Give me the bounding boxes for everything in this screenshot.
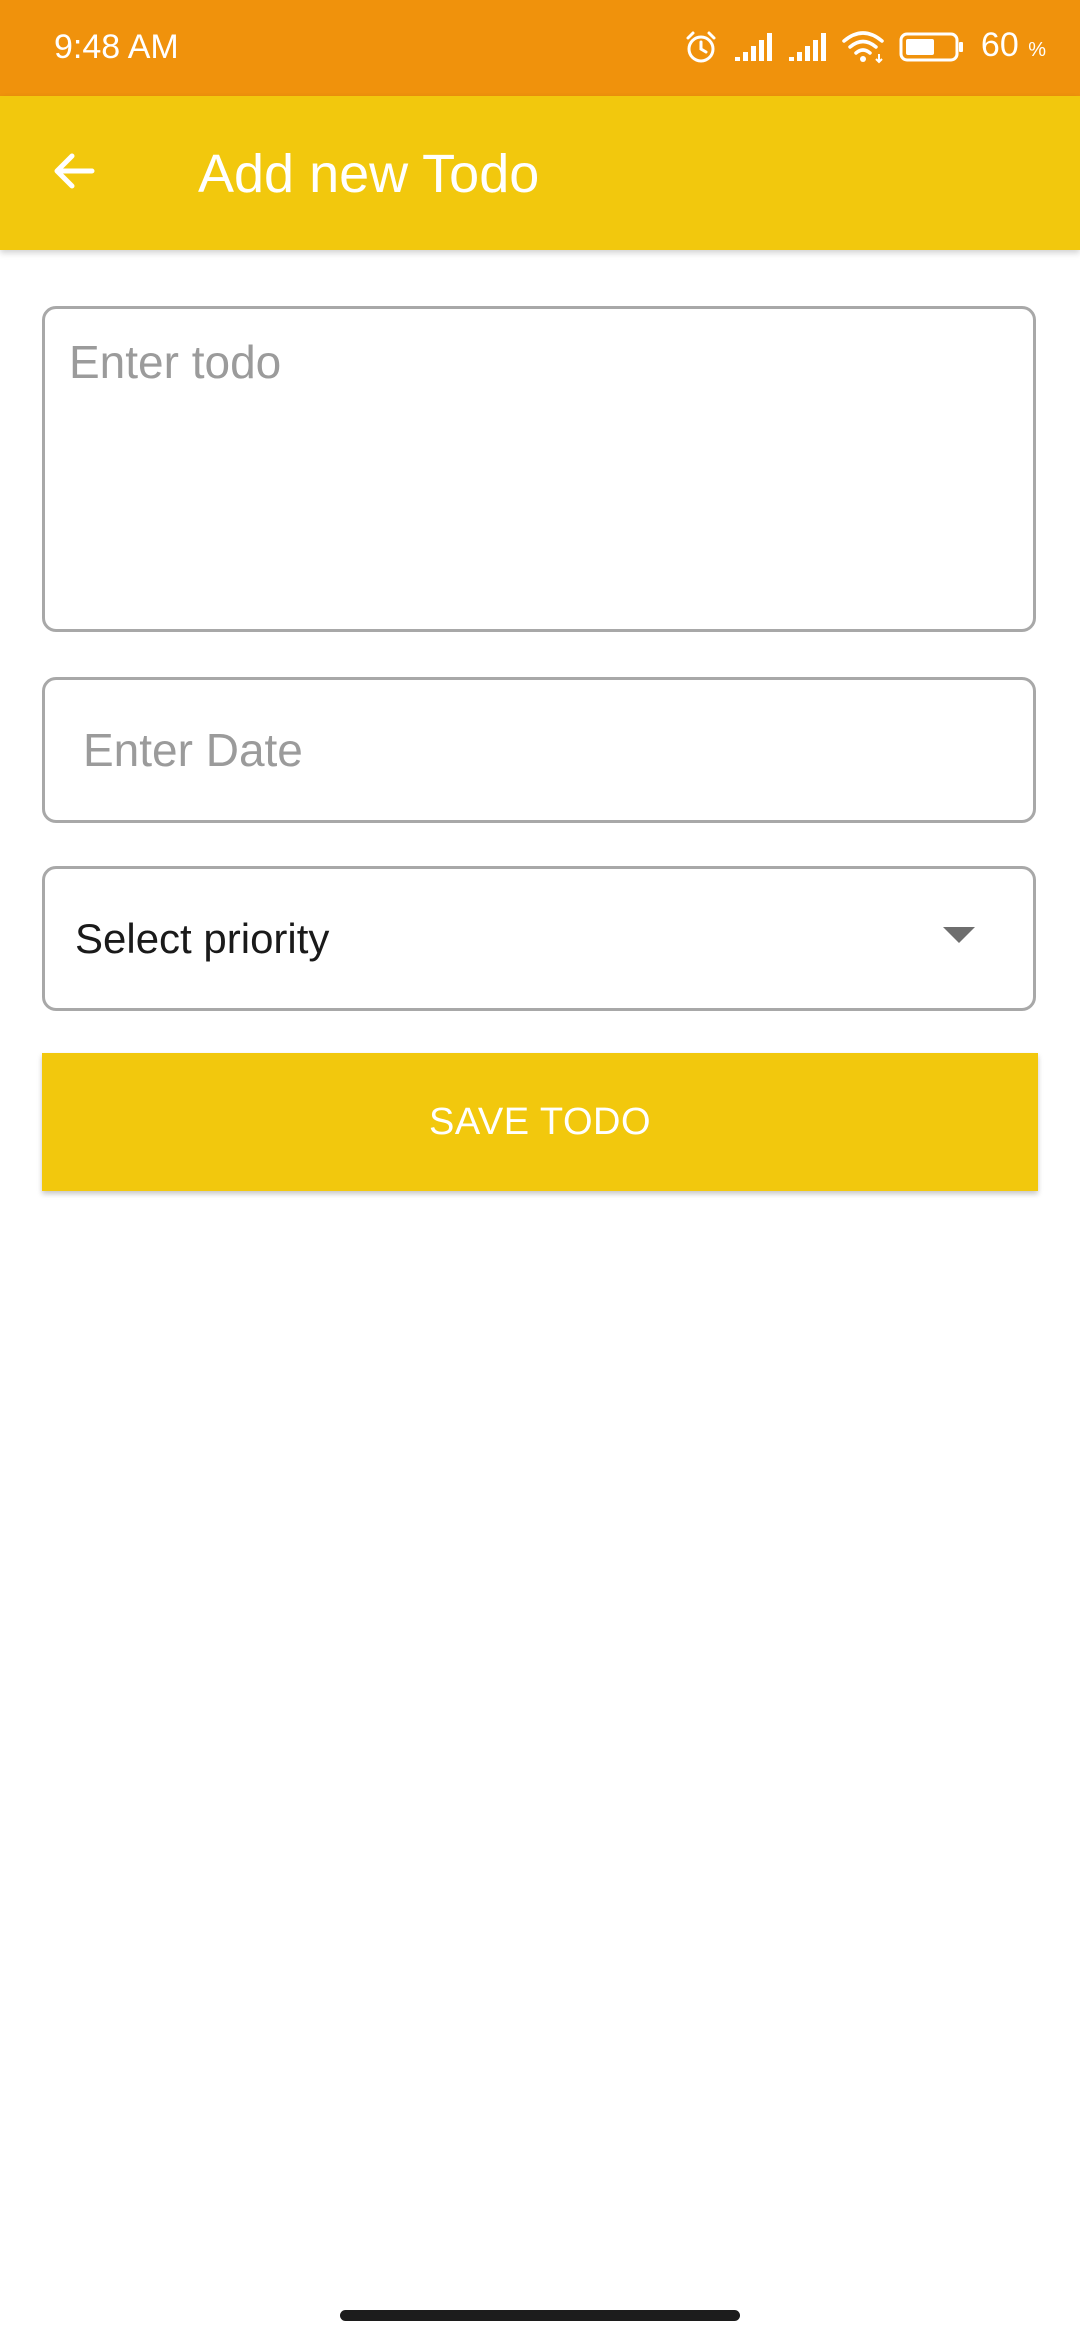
alarm-icon — [683, 29, 719, 65]
signal-icon — [733, 31, 773, 63]
home-indicator[interactable] — [340, 2310, 740, 2321]
battery-unit: % — [1028, 38, 1046, 61]
todo-input[interactable] — [42, 306, 1036, 632]
page-title: Add new Todo — [198, 144, 540, 204]
status-icons: 60 % — [683, 22, 1046, 72]
priority-dropdown[interactable]: Select priority — [42, 866, 1036, 1011]
signal-icon — [787, 31, 827, 63]
battery-percentage: 60 % — [981, 22, 1046, 73]
status-time: 9:48 AM — [54, 28, 179, 66]
status-bar: 9:48 AM 60 % — [0, 0, 1080, 96]
battery-value: 60 — [980, 25, 1019, 64]
app-bar: Add new Todo — [0, 96, 1080, 250]
battery-icon — [899, 31, 965, 63]
save-todo-button[interactable]: SAVE TODO — [42, 1053, 1038, 1191]
date-input[interactable] — [42, 677, 1036, 823]
arrow-back-icon — [50, 147, 98, 200]
wifi-icon — [841, 30, 885, 64]
priority-label: Select priority — [75, 915, 330, 962]
dropdown-arrow-icon — [943, 927, 975, 943]
back-button[interactable] — [30, 129, 118, 217]
